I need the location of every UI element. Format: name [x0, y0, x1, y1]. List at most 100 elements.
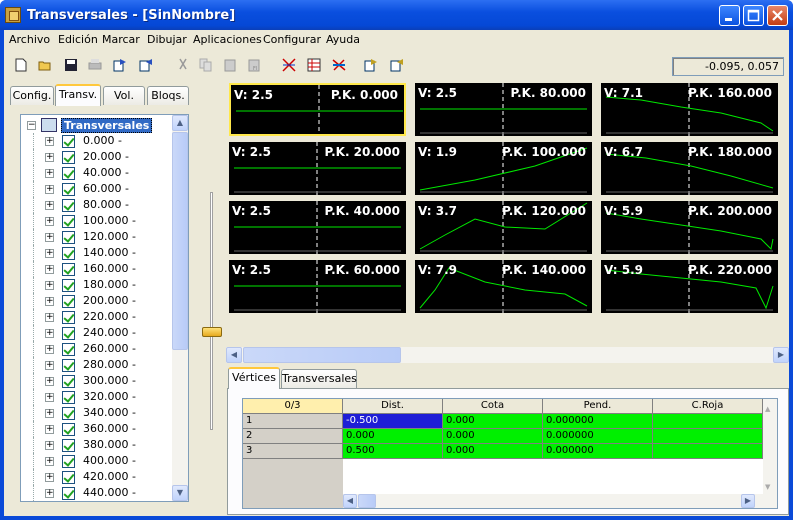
expand-icon[interactable]: + — [45, 233, 54, 242]
tree-item[interactable]: +40.000 - — [21, 165, 173, 181]
scroll-left-icon[interactable]: ◀ — [226, 347, 242, 363]
cell-pend[interactable]: 0.000000 — [543, 429, 653, 444]
tree-scrollbar[interactable]: ▲ ▼ — [172, 115, 188, 501]
tree-item[interactable]: +140.000 - — [21, 245, 173, 261]
section-view[interactable]: V: 7.9 P.K. 140.000 — [415, 260, 592, 313]
collapse-icon[interactable]: − — [27, 121, 36, 130]
tree-item[interactable]: +300.000 - — [21, 373, 173, 389]
expand-icon[interactable]: + — [45, 185, 54, 194]
section-view[interactable]: V: 6.7 P.K. 180.000 — [601, 142, 778, 195]
checkbox-checked-icon[interactable] — [62, 151, 75, 164]
tree-item[interactable]: +60.000 - — [21, 181, 173, 197]
draw-tool-1-button[interactable] — [280, 56, 298, 74]
checkbox-checked-icon[interactable] — [62, 199, 75, 212]
cell-cota[interactable]: 0.000 — [443, 429, 543, 444]
menu-archivo[interactable]: Archivo — [9, 33, 50, 46]
scroll-up-icon[interactable]: ▲ — [172, 115, 188, 131]
menu-ayuda[interactable]: Ayuda — [326, 33, 360, 46]
column-header-pend[interactable]: Pend. — [543, 399, 653, 414]
cell-croja[interactable] — [653, 414, 763, 429]
tree-item[interactable]: +320.000 - — [21, 389, 173, 405]
expand-icon[interactable]: + — [45, 201, 54, 210]
expand-icon[interactable]: + — [45, 361, 54, 370]
sections-hscroll-thumb[interactable] — [243, 347, 401, 363]
expand-icon[interactable]: + — [45, 265, 54, 274]
cell-dist[interactable]: -0.500 — [343, 414, 443, 429]
column-header-cota[interactable]: Cota — [443, 399, 543, 414]
save-button[interactable] — [62, 56, 80, 74]
checkbox-checked-icon[interactable] — [62, 359, 75, 372]
close-button[interactable] — [767, 5, 788, 26]
checkbox-checked-icon[interactable] — [62, 135, 75, 148]
section-view[interactable]: V: 3.7 P.K. 120.000 — [415, 201, 592, 254]
checkbox-checked-icon[interactable] — [62, 407, 75, 420]
app-icon[interactable] — [5, 7, 21, 23]
section-view[interactable]: V: 2.5 P.K. 60.000 — [229, 260, 406, 313]
expand-icon[interactable]: + — [45, 153, 54, 162]
table-hscrollbar[interactable]: ◀ ▶ — [343, 494, 777, 508]
tree-scroll-thumb[interactable] — [172, 132, 188, 350]
section-view[interactable]: V: 7.1 P.K. 160.000 — [601, 83, 778, 136]
cell-croja[interactable] — [653, 444, 763, 459]
tree-item[interactable]: +240.000 - — [21, 325, 173, 341]
expand-icon[interactable]: + — [45, 409, 54, 418]
section-view[interactable]: V: 2.5 P.K. 80.000 — [415, 83, 592, 136]
draw-tool-2-button[interactable] — [305, 56, 323, 74]
tree-item[interactable]: +400.000 - — [21, 453, 173, 469]
section-tool-2-button[interactable] — [388, 56, 406, 74]
cell-pend[interactable]: 0.000000 — [543, 444, 653, 459]
expand-icon[interactable]: + — [45, 345, 54, 354]
checkbox-checked-icon[interactable] — [62, 423, 75, 436]
copy-button[interactable] — [197, 56, 215, 74]
section-view[interactable]: V: 5.9 P.K. 220.000 — [601, 260, 778, 313]
checkbox-checked-icon[interactable] — [62, 439, 75, 452]
menu-aplicaciones[interactable]: Aplicaciones — [193, 33, 262, 46]
expand-icon[interactable]: + — [45, 473, 54, 482]
minimize-button[interactable] — [719, 5, 740, 26]
table-scroll-up-icon[interactable]: ▲ — [765, 405, 770, 413]
cell-dist[interactable]: 0.000 — [343, 429, 443, 444]
draw-tool-3-button[interactable] — [330, 56, 348, 74]
menu-edicion[interactable]: Edición — [58, 33, 98, 46]
tree-item[interactable]: +180.000 - — [21, 277, 173, 293]
expand-icon[interactable]: + — [45, 217, 54, 226]
expand-icon[interactable]: + — [45, 249, 54, 258]
slider-handle[interactable] — [202, 327, 222, 337]
tab-vol[interactable]: Vol. — [103, 86, 145, 105]
section-view[interactable]: V: 1.9 P.K. 100.000 — [415, 142, 592, 195]
cell-dist[interactable]: 0.500 — [343, 444, 443, 459]
table-vscrollbar[interactable]: ▲ ▼ — [763, 399, 777, 494]
row-header[interactable]: 3 — [243, 444, 343, 459]
checkbox-checked-icon[interactable] — [62, 247, 75, 260]
cell-cota[interactable]: 0.000 — [443, 414, 543, 429]
checkbox-checked-icon[interactable] — [62, 183, 75, 196]
section-tool-1-button[interactable] — [362, 56, 380, 74]
column-header-dist[interactable]: Dist. — [343, 399, 443, 414]
menu-dibujar[interactable]: Dibujar — [147, 33, 187, 46]
column-header-croja[interactable]: C.Roja — [653, 399, 763, 414]
expand-icon[interactable]: + — [45, 169, 54, 178]
cell-cota[interactable]: 0.000 — [443, 444, 543, 459]
row-header[interactable]: 2 — [243, 429, 343, 444]
checkbox-checked-icon[interactable] — [62, 167, 75, 180]
checkbox-checked-icon[interactable] — [62, 215, 75, 228]
open-button[interactable] — [36, 56, 54, 74]
import-button[interactable] — [137, 56, 155, 74]
section-view[interactable]: V: 2.5 P.K. 40.000 — [229, 201, 406, 254]
checkbox-checked-icon[interactable] — [62, 455, 75, 468]
tree-item[interactable]: +80.000 - — [21, 197, 173, 213]
expand-icon[interactable]: + — [45, 297, 54, 306]
print-button[interactable] — [86, 56, 104, 74]
menu-configurar[interactable]: Configurar — [263, 33, 321, 46]
section-view[interactable]: V: 5.9 P.K. 200.000 — [601, 201, 778, 254]
table-scroll-down-icon[interactable]: ▼ — [765, 483, 770, 491]
tree-item[interactable]: +0.000 - — [21, 133, 173, 149]
tree-root[interactable]: − Transversales — [21, 117, 173, 133]
tree-item[interactable]: +380.000 - — [21, 437, 173, 453]
expand-icon[interactable]: + — [45, 441, 54, 450]
checkbox-checked-icon[interactable] — [62, 391, 75, 404]
expand-icon[interactable]: + — [45, 457, 54, 466]
tree-item[interactable]: +440.000 - — [21, 485, 173, 501]
table-scroll-left-icon[interactable]: ◀ — [343, 494, 357, 508]
export-button[interactable] — [111, 56, 129, 74]
